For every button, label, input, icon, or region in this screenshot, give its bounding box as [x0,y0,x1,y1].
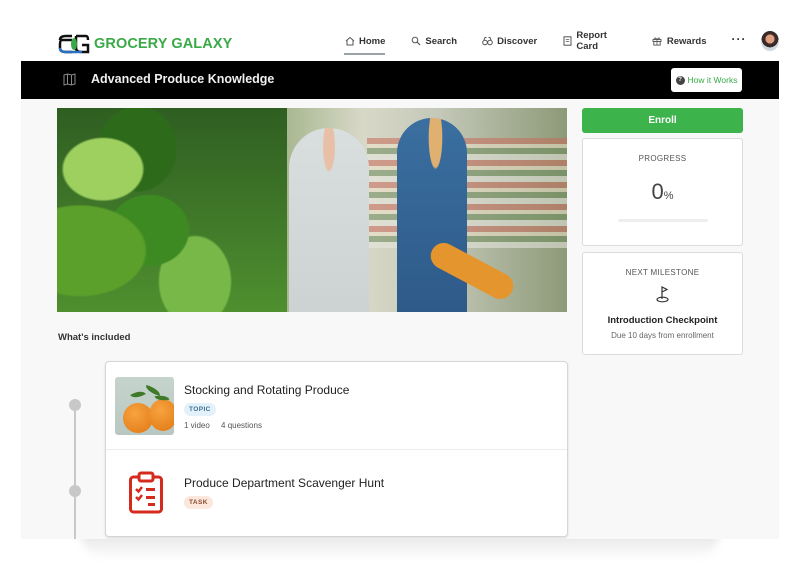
hero-image [57,108,567,312]
app-window: GROCERY GALAXY Home Search Discover Repo… [21,21,779,539]
progress-label: PROGRESS [638,154,687,163]
oranges-thumbnail [115,377,174,435]
leaf-shape [130,387,146,402]
progress-value: 0% [583,179,742,205]
progress-bar [617,219,708,222]
included-items-list: Stocking and Rotating Produce TOPIC 1 vi… [105,361,568,537]
search-icon [410,36,421,47]
nav-item-label: Report Card [576,30,607,52]
home-icon [344,36,355,47]
nav-item-label: Home [359,35,386,47]
milestone-label: NEXT MILESTONE [625,268,700,277]
topic-badge: TOPIC [184,403,216,416]
nav-item-label: Rewards [666,35,707,47]
nav-item-report-card[interactable]: Report Card [562,21,627,61]
course-title: Advanced Produce Knowledge [91,72,275,86]
nav-item-home[interactable]: Home [344,21,386,61]
milestone-title: Introduction Checkpoint [607,315,718,326]
whats-included-heading: What's included [58,332,131,343]
timeline-dot [69,485,81,497]
timeline-dot [69,399,81,411]
flag-icon [655,286,669,303]
item-meta: 1 video 4 questions [184,421,271,430]
timeline-line [74,405,76,539]
included-item-topic[interactable]: Stocking and Rotating Produce TOPIC 1 vi… [106,362,567,450]
hero-lettuce [57,108,287,312]
progress-card: PROGRESS 0% [582,138,743,246]
grocery-galaxy-logo-icon [58,34,90,54]
report-icon [562,36,572,47]
item-title: Produce Department Scavenger Hunt [184,476,385,490]
orange-shape [149,399,174,431]
more-menu-button[interactable]: ··· [732,32,747,46]
nav-item-search[interactable]: Search [410,21,457,61]
binoculars-icon [482,36,493,47]
book-map-icon [63,73,76,86]
milestone-subtitle: Due 10 days from enrollment [611,331,714,340]
brand-logo[interactable]: GROCERY GALAXY [58,34,232,54]
leaf-shape [144,385,162,396]
user-avatar[interactable] [760,31,779,51]
question-count: 4 questions [221,421,262,430]
how-it-works-label: How it Works [687,75,738,85]
brand-name: GROCERY GALAXY [94,36,233,52]
enroll-button[interactable]: Enroll [582,108,743,133]
task-badge: TASK [184,496,213,509]
clipboard-checklist-icon [129,471,163,514]
next-milestone-card: NEXT MILESTONE Introduction Checkpoint D… [582,252,743,355]
item-title: Stocking and Rotating Produce [184,383,350,397]
nav-item-label: Discover [497,35,538,47]
course-banner: Advanced Produce Knowledge ? How it Work… [21,61,779,99]
included-item-task[interactable]: Produce Department Scavenger Hunt TASK [106,450,567,538]
progress-unit: % [663,190,674,202]
hero-grocer [289,128,369,312]
nav-item-discover[interactable]: Discover [482,21,537,61]
nav-item-rewards[interactable]: Rewards [652,21,707,61]
question-icon: ? [675,75,685,85]
progress-number: 0 [651,179,664,204]
hero-shopper [397,118,467,312]
how-it-works-button[interactable]: ? How it Works [671,68,742,92]
video-count: 1 video [184,421,210,430]
top-navigation: GROCERY GALAXY Home Search Discover Repo… [21,21,779,61]
gift-icon [652,36,663,47]
nav-item-label: Search [425,35,458,47]
nav-links: Home Search Discover Report Card Rewards… [344,21,779,61]
